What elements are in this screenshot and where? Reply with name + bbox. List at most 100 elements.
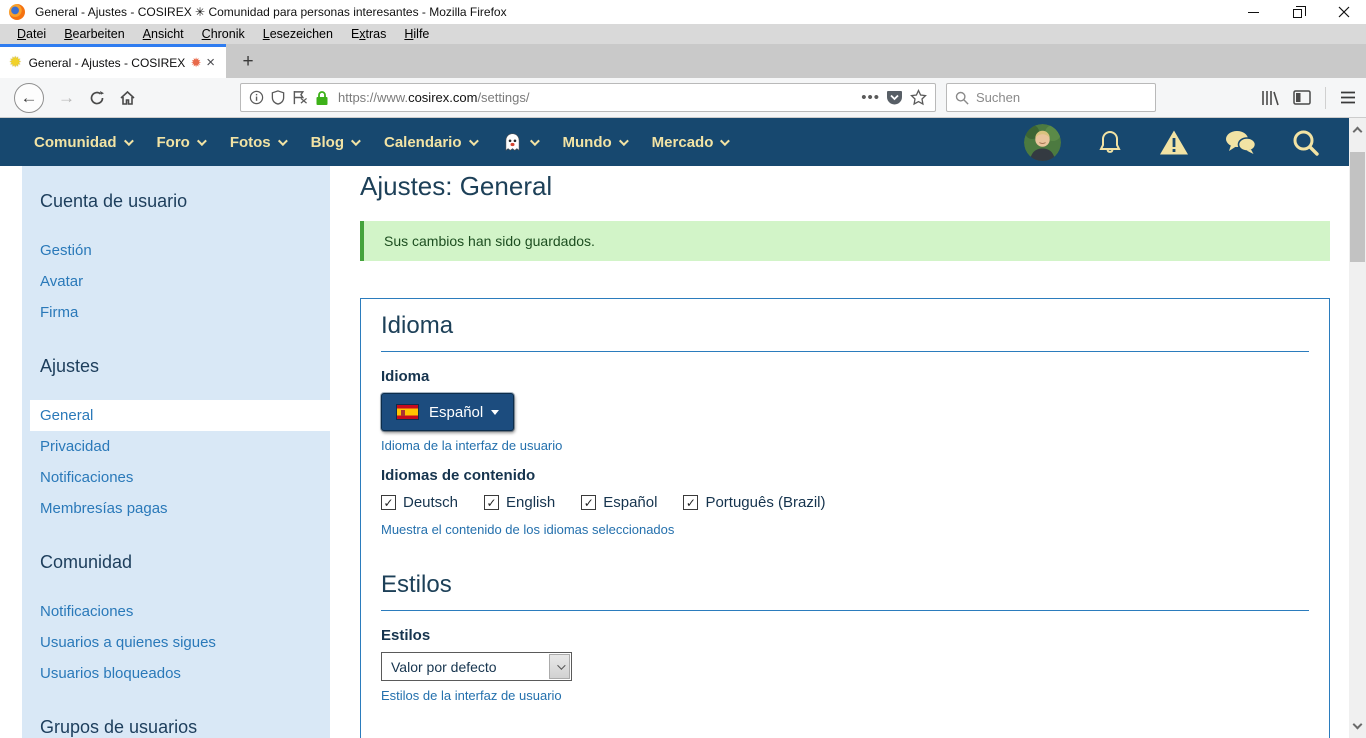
menu-bearbeiten[interactable]: Bearbeiten [55, 24, 133, 44]
nav-blog[interactable]: Blog [311, 134, 358, 151]
menu-ansicht[interactable]: Ansicht [134, 24, 193, 44]
forward-button[interactable]: → [58, 89, 75, 106]
checkbox-english[interactable]: English [484, 494, 555, 511]
menu-datei[interactable]: Datei [8, 24, 55, 44]
menu-extras[interactable]: Extras [342, 24, 395, 44]
sidebar-section-grupos: Grupos de usuarios [22, 717, 330, 738]
section-divider [381, 610, 1309, 611]
tracking-protection-icon[interactable] [271, 90, 285, 105]
sidebar-item-firma[interactable]: Firma [30, 297, 330, 328]
sidebar-heading: Grupos de usuarios [22, 717, 330, 738]
checkbox-portugues[interactable]: Português (Brazil) [683, 494, 825, 511]
permissions-blocked-icon[interactable] [292, 90, 308, 105]
chevron-down-icon [468, 136, 478, 146]
styles-select[interactable]: Valor por defecto [381, 652, 572, 681]
minimize-button[interactable] [1231, 0, 1276, 24]
pocket-icon[interactable] [886, 89, 903, 106]
sidebar-toggle-icon [1293, 90, 1311, 105]
language-dropdown-button[interactable]: Español [381, 393, 514, 431]
section-divider [381, 351, 1309, 352]
settings-sidebar: Cuenta de usuario Gestión Avatar Firma A… [22, 166, 330, 738]
notifications-button[interactable] [1097, 129, 1123, 156]
bookmark-star-icon[interactable] [910, 89, 927, 106]
user-avatar[interactable] [1024, 124, 1061, 161]
nav-mundo[interactable]: Mundo [563, 134, 626, 151]
home-button[interactable] [119, 90, 136, 106]
hamburger-menu-button[interactable] [1340, 91, 1356, 104]
sidebar-item-notificaciones-comunidad[interactable]: Notificaciones [30, 596, 330, 627]
checkbox-icon [683, 495, 698, 510]
new-tab-button[interactable]: + [233, 48, 263, 76]
menu-chronik[interactable]: Chronik [193, 24, 254, 44]
library-icon [1261, 90, 1279, 106]
close-icon [1338, 6, 1350, 18]
scrollbar-thumb[interactable] [1350, 152, 1365, 262]
page-scrollbar[interactable] [1349, 118, 1366, 738]
sidebar-item-notificaciones[interactable]: Notificaciones [30, 462, 330, 493]
sidebar-section-cuenta: Cuenta de usuario Gestión Avatar Firma [22, 191, 330, 328]
tab-bar: ✹ General - Ajustes - COSIREX ✹ × + [0, 44, 1366, 78]
alerts-button[interactable] [1159, 129, 1189, 156]
settings-panel: Idioma Idioma Español Idioma de la inter… [360, 298, 1330, 738]
back-button[interactable]: ← [14, 83, 44, 113]
checkbox-icon [484, 495, 499, 510]
checkbox-espanol[interactable]: Español [581, 494, 657, 511]
sidebar-item-membresias[interactable]: Membresías pagas [30, 493, 330, 524]
sidebar-item-usuarios-sigues[interactable]: Usuarios a quienes sigues [30, 627, 330, 658]
scroll-up-icon[interactable] [1353, 127, 1363, 137]
site-search-button[interactable] [1292, 129, 1319, 156]
chat-bubbles-icon [1225, 130, 1256, 155]
checkbox-icon [381, 495, 396, 510]
chevron-down-icon [529, 136, 539, 146]
forward-icon: → [58, 89, 75, 106]
checkbox-deutsch[interactable]: Deutsch [381, 494, 458, 511]
library-button[interactable] [1261, 90, 1279, 106]
chevron-down-icon [351, 136, 361, 146]
nav-comunidad[interactable]: Comunidad [34, 134, 131, 151]
reload-icon [89, 90, 105, 106]
nav-ghost-menu[interactable] [502, 132, 537, 153]
restore-button[interactable] [1276, 0, 1321, 24]
https-lock-icon [315, 90, 329, 106]
scroll-down-icon[interactable] [1353, 720, 1363, 730]
browser-toolbar: ← → https://www.cosirex.com/settings/ ••… [0, 78, 1366, 118]
chevron-down-icon [197, 136, 207, 146]
caret-down-icon [491, 410, 499, 415]
sidebar-item-privacidad[interactable]: Privacidad [30, 431, 330, 462]
tab-title: General - Ajustes - COSIREX ✹ [29, 55, 204, 71]
reload-button[interactable] [89, 90, 105, 106]
nav-mercado[interactable]: Mercado [652, 134, 728, 151]
firefox-logo-icon [9, 4, 25, 20]
search-bar[interactable]: Suchen [946, 83, 1156, 112]
sidebar-item-gestion[interactable]: Gestión [30, 235, 330, 266]
menu-lesezeichen[interactable]: Lesezeichen [254, 24, 342, 44]
nav-foro[interactable]: Foro [157, 134, 204, 151]
language-field-label: Idioma [381, 368, 1309, 385]
language-help-text: Idioma de la interfaz de usuario [381, 438, 1309, 453]
sidebar-toggle-button[interactable] [1293, 90, 1311, 105]
tab-general-ajustes[interactable]: ✹ General - Ajustes - COSIREX ✹ × [0, 44, 226, 78]
search-icon [955, 91, 969, 105]
success-alert: Sus cambios han sido guardados. [360, 221, 1330, 261]
page-actions-button[interactable]: ••• [861, 89, 880, 106]
tab-close-button[interactable]: × [203, 55, 218, 70]
close-window-button[interactable] [1321, 0, 1366, 24]
messages-button[interactable] [1225, 130, 1256, 155]
styles-help-text: Estilos de la interfaz de usuario [381, 688, 1309, 703]
nav-calendario[interactable]: Calendario [384, 134, 476, 151]
nav-fotos[interactable]: Fotos [230, 134, 285, 151]
success-alert-text: Sus cambios han sido guardados. [384, 233, 595, 249]
bell-icon [1097, 129, 1123, 156]
search-icon [1292, 129, 1319, 156]
hamburger-icon [1340, 91, 1356, 104]
menu-hilfe[interactable]: Hilfe [395, 24, 438, 44]
sidebar-item-general[interactable]: General [30, 400, 330, 431]
url-text[interactable]: https://www.cosirex.com/settings/ [338, 90, 855, 105]
sidebar-item-usuarios-bloqueados[interactable]: Usuarios bloqueados [30, 658, 330, 689]
content-languages-row: Deutsch English Español Português (Brazi… [381, 494, 1309, 511]
minimize-icon [1248, 12, 1259, 13]
page-info-icon[interactable] [249, 90, 264, 105]
warning-triangle-icon [1159, 129, 1189, 156]
url-bar[interactable]: https://www.cosirex.com/settings/ ••• [240, 83, 936, 112]
sidebar-item-avatar[interactable]: Avatar [30, 266, 330, 297]
